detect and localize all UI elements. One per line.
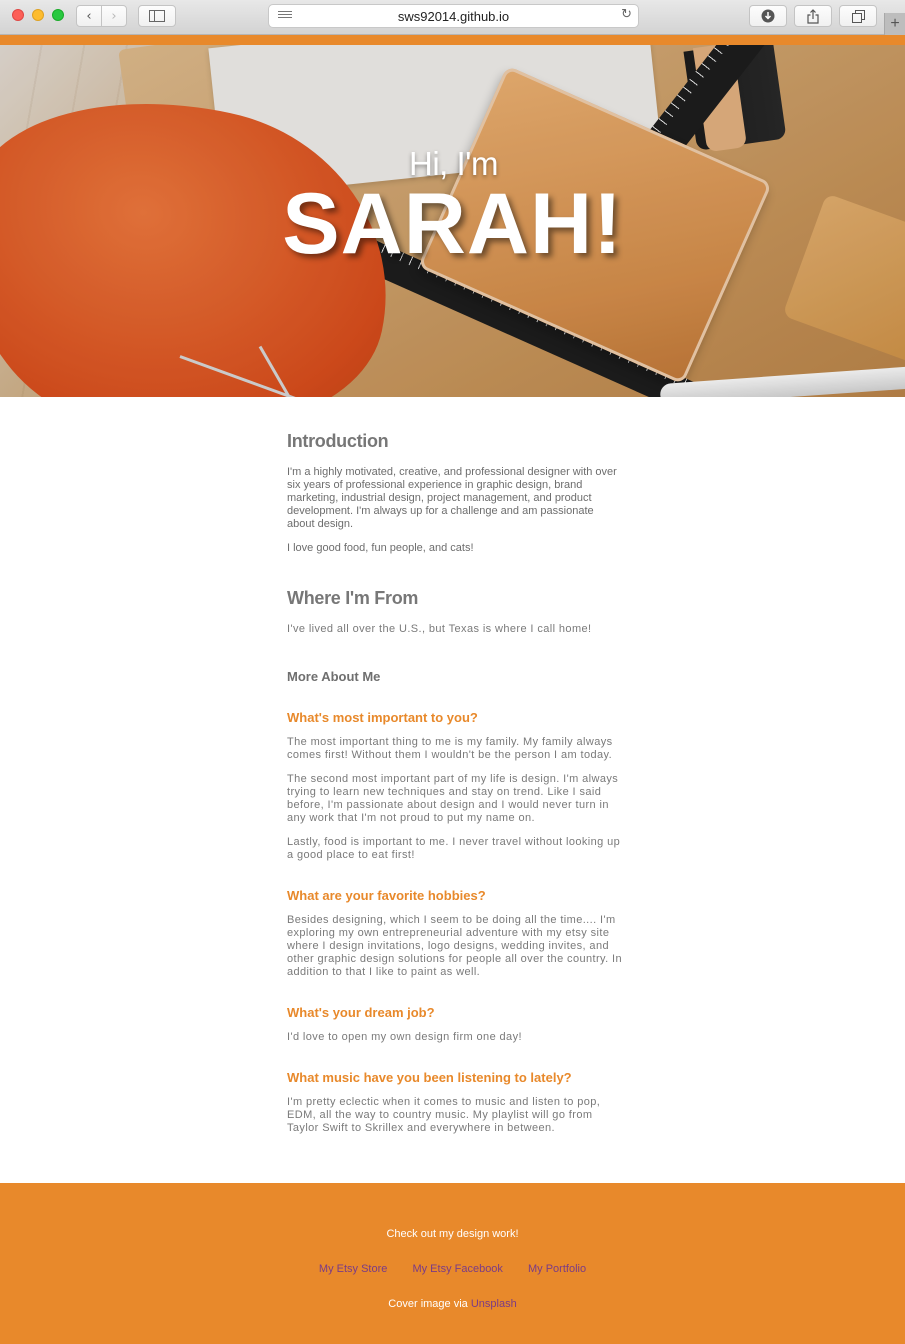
etsy-store-link[interactable]: My Etsy Store (319, 1263, 387, 1275)
reader-view-icon[interactable] (278, 11, 292, 21)
top-accent-bar (0, 35, 905, 45)
footer-cta: Check out my design work! (386, 1228, 519, 1240)
intro-paragraph: I love good food, fun people, and cats! (287, 542, 474, 554)
back-button[interactable]: ‹ (76, 5, 102, 27)
plus-icon: + (890, 15, 900, 32)
share-button[interactable] (794, 5, 832, 27)
portfolio-link[interactable]: My Portfolio (528, 1263, 586, 1275)
intro-paragraph: I'm a highly motivated, creative, and pr… (287, 466, 617, 530)
address-url: sws92014.github.io (397, 8, 510, 24)
question-heading: What's most important to you? (287, 710, 478, 725)
question-heading: What are your favorite hobbies? (287, 888, 486, 903)
share-icon (807, 8, 819, 24)
address-bar[interactable]: sws92014.github.io ↻ (268, 4, 639, 28)
main-content: Introduction I'm a highly motivated, cre… (287, 431, 622, 1135)
forward-button[interactable]: › (101, 5, 127, 27)
site-footer: Check out my design work! My Etsy Store … (0, 1183, 905, 1344)
new-tab-button[interactable]: + (884, 13, 905, 35)
answer-paragraph: Lastly, food is important to me. I never… (287, 836, 621, 861)
footer-links: My Etsy Store My Etsy Facebook My Portfo… (0, 1263, 905, 1275)
from-text: I've lived all over the U.S., but Texas … (287, 623, 592, 635)
question-heading: What music have you been listening to la… (287, 1070, 572, 1085)
close-window-button[interactable] (12, 9, 24, 21)
answer-paragraph: I'd love to open my own design firm one … (287, 1031, 522, 1043)
sidebar-toggle-button[interactable] (138, 5, 176, 27)
from-heading: Where I'm From (287, 588, 419, 608)
reload-icon[interactable]: ↻ (621, 7, 632, 22)
show-tabs-button[interactable] (839, 5, 877, 27)
zoom-window-button[interactable] (52, 9, 64, 21)
browser-toolbar: ‹ › sws92014.github.io ↻ + (0, 0, 905, 35)
credit-text: Cover image via (388, 1298, 468, 1310)
footer-credit: Cover image via Unsplash (0, 1298, 905, 1310)
etsy-facebook-link[interactable]: My Etsy Facebook (412, 1263, 502, 1275)
tabs-icon (851, 9, 865, 23)
download-icon (761, 9, 775, 23)
unsplash-link[interactable]: Unsplash (471, 1298, 517, 1310)
answer-paragraph: I'm pretty eclectic when it comes to mus… (287, 1096, 601, 1134)
answer-paragraph: The second most important part of my lif… (287, 773, 619, 824)
minimize-window-button[interactable] (32, 9, 44, 21)
sidebar-icon (149, 10, 165, 22)
intro-heading: Introduction (287, 431, 389, 451)
question-heading: What's your dream job? (287, 1005, 435, 1020)
more-about-heading: More About Me (287, 669, 381, 684)
hero-name: SARAH! (282, 176, 623, 272)
answer-paragraph: Besides designing, which I seem to be do… (287, 914, 622, 978)
downloads-button[interactable] (749, 5, 787, 27)
chevron-right-icon: › (111, 8, 117, 24)
answer-paragraph: The most important thing to me is my fam… (287, 736, 613, 761)
hero-banner: Hi, I'm SARAH! (0, 45, 905, 397)
chevron-left-icon: ‹ (86, 8, 92, 24)
